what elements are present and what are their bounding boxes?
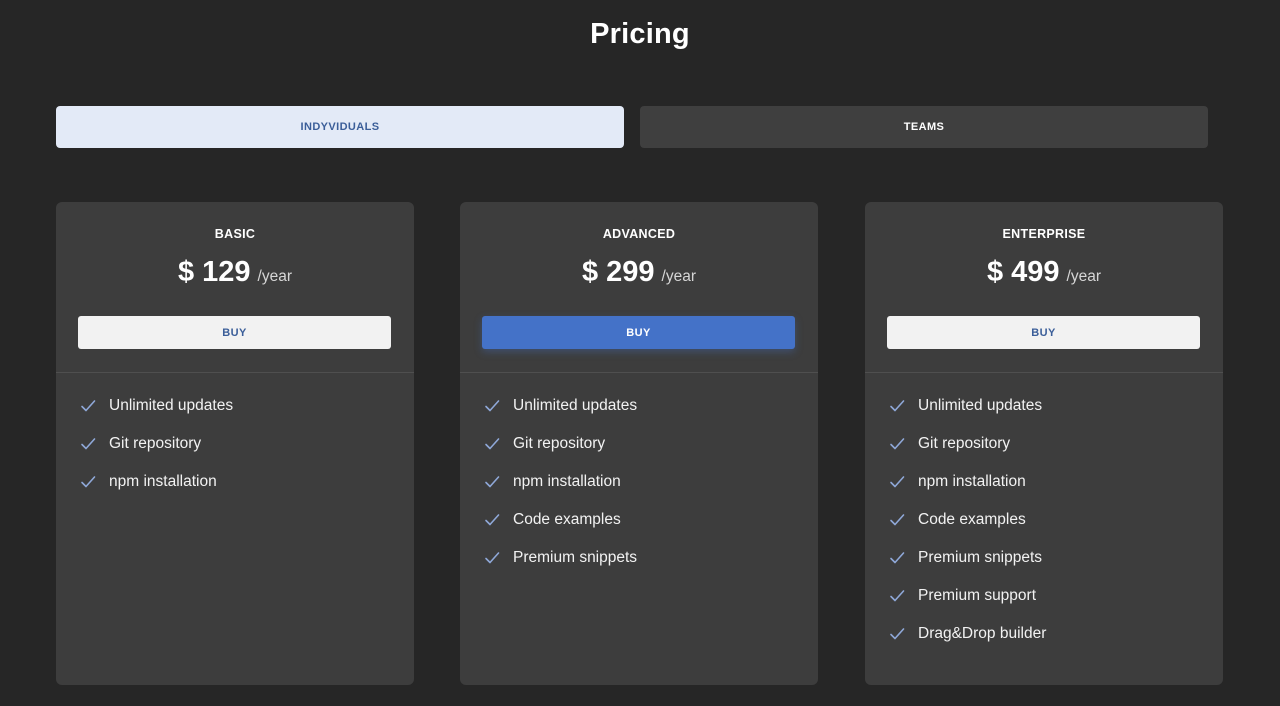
check-icon bbox=[889, 626, 905, 642]
feature-label: Git repository bbox=[109, 435, 202, 452]
check-icon bbox=[80, 436, 96, 452]
price-amount: $ 499 bbox=[986, 256, 1060, 288]
feature-label: Git repository bbox=[513, 435, 606, 452]
feature-label: npm installation bbox=[109, 473, 217, 490]
price-period: /year bbox=[661, 268, 697, 285]
feature-item: Code examples bbox=[484, 511, 818, 549]
feature-label: Premium support bbox=[918, 587, 1037, 604]
feature-label: Premium snippets bbox=[918, 549, 1043, 566]
feature-list: Unlimited updates Git repository npm insta… bbox=[460, 373, 818, 587]
price-period: /year bbox=[257, 268, 293, 285]
price-amount: $ 299 bbox=[581, 256, 655, 288]
feature-label: npm installation bbox=[513, 473, 621, 490]
feature-item: Premium support bbox=[889, 587, 1223, 625]
feature-label: Git repository bbox=[918, 435, 1011, 452]
plan-price: $ 129 /year bbox=[56, 256, 414, 289]
check-icon bbox=[484, 398, 500, 414]
price-amount: $ 129 bbox=[177, 256, 251, 288]
feature-item: Premium snippets bbox=[889, 549, 1223, 587]
plan-name: ENTERPRISE bbox=[1002, 227, 1086, 241]
check-icon bbox=[484, 436, 500, 452]
check-icon bbox=[889, 550, 905, 566]
feature-item: Git repository bbox=[484, 435, 818, 473]
feature-item: Unlimited updates bbox=[889, 397, 1223, 435]
price-period: /year bbox=[1066, 268, 1102, 285]
feature-label: Code examples bbox=[513, 511, 621, 528]
buy-basic-button[interactable]: BUY bbox=[78, 316, 391, 349]
check-icon bbox=[889, 436, 905, 452]
plan-card-header: ENTERPRISE $ 499 /year BUY bbox=[865, 202, 1223, 373]
feature-label: Unlimited updates bbox=[918, 397, 1043, 414]
feature-item: Drag&Drop builder bbox=[889, 625, 1223, 663]
check-icon bbox=[484, 474, 500, 490]
check-icon bbox=[484, 550, 500, 566]
feature-item: Premium snippets bbox=[484, 549, 818, 587]
plan-price: $ 299 /year bbox=[460, 256, 818, 289]
tab-teams[interactable]: TEAMS bbox=[640, 106, 1208, 148]
plan-name: BASIC bbox=[214, 227, 256, 241]
plan-card-enterprise: ENTERPRISE $ 499 /year BUY Unlimited upd… bbox=[865, 202, 1223, 685]
feature-item: Code examples bbox=[889, 511, 1223, 549]
buy-enterprise-button[interactable]: BUY bbox=[887, 316, 1200, 349]
plan-price: $ 499 /year bbox=[865, 256, 1223, 289]
check-icon bbox=[80, 398, 96, 414]
feature-label: Unlimited updates bbox=[513, 397, 638, 414]
feature-label: Unlimited updates bbox=[109, 397, 234, 414]
feature-label: Premium snippets bbox=[513, 549, 638, 566]
check-icon bbox=[889, 398, 905, 414]
plan-card-header: BASIC $ 129 /year BUY bbox=[56, 202, 414, 373]
plan-card-basic: BASIC $ 129 /year BUY Unlimited updates G… bbox=[56, 202, 414, 685]
feature-label: Drag&Drop builder bbox=[918, 625, 1047, 642]
check-icon bbox=[889, 512, 905, 528]
feature-item: npm installation bbox=[80, 473, 414, 511]
buy-advanced-button[interactable]: BUY bbox=[482, 316, 795, 349]
feature-list: Unlimited updates Git repository npm insta… bbox=[56, 373, 414, 511]
feature-item: Unlimited updates bbox=[484, 397, 818, 435]
check-icon bbox=[80, 474, 96, 490]
feature-item: npm installation bbox=[889, 473, 1223, 511]
tab-individuals[interactable]: INDYVIDUALS bbox=[56, 106, 624, 148]
plan-name: ADVANCED bbox=[602, 227, 676, 241]
feature-label: npm installation bbox=[918, 473, 1026, 490]
feature-item: Git repository bbox=[889, 435, 1223, 473]
pricing-page: Pricing INDYVIDUALS TEAMS BASIC $ 129 /y… bbox=[0, 0, 1280, 706]
check-icon bbox=[484, 512, 500, 528]
feature-item: Git repository bbox=[80, 435, 414, 473]
plan-card-header: ADVANCED $ 299 /year BUY bbox=[460, 202, 818, 373]
check-icon bbox=[889, 474, 905, 490]
plan-type-tabs: INDYVIDUALS TEAMS bbox=[56, 106, 1208, 148]
feature-label: Code examples bbox=[918, 511, 1026, 528]
check-icon bbox=[889, 588, 905, 604]
plan-card-advanced: ADVANCED $ 299 /year BUY Unlimited updat… bbox=[460, 202, 818, 685]
feature-list: Unlimited updates Git repository npm insta… bbox=[865, 373, 1223, 663]
page-title: Pricing bbox=[590, 18, 690, 50]
feature-item: npm installation bbox=[484, 473, 818, 511]
feature-item: Unlimited updates bbox=[80, 397, 414, 435]
